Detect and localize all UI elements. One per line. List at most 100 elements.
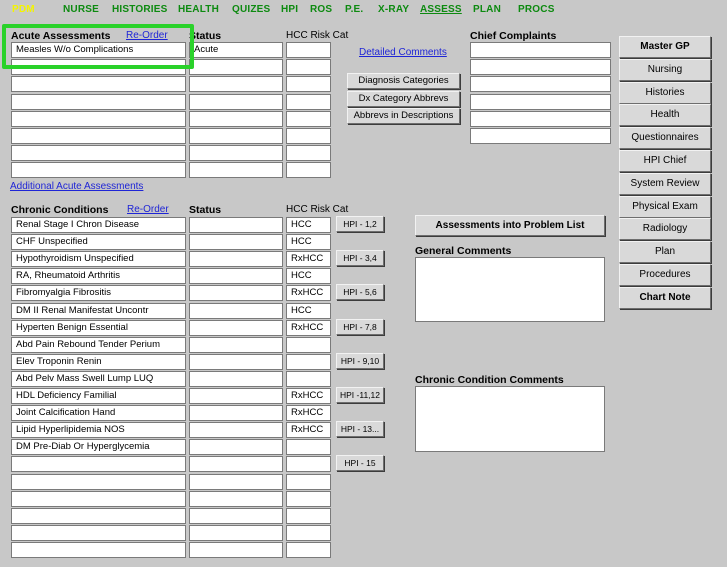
nav-tab-hpi[interactable]: HPI — [281, 4, 298, 15]
sidebar-questionnaires-button[interactable]: Questionnaires — [619, 127, 711, 150]
chronic-hcc-field[interactable]: RxHCC — [286, 422, 331, 439]
chronic-condition-field[interactable] — [11, 490, 186, 507]
chronic-condition-field[interactable]: Elev Troponin Renin — [11, 353, 186, 370]
nav-tab-procs[interactable]: PROCS — [518, 4, 555, 15]
hpi-button[interactable]: HPI - 1,2 — [336, 216, 384, 232]
chronic-condition-field[interactable] — [11, 473, 186, 490]
acute-hcc-field[interactable] — [286, 93, 331, 110]
nav-tab-assess[interactable]: ASSESS — [420, 4, 462, 15]
acute-status-field[interactable] — [189, 76, 283, 93]
chronic-condition-field[interactable] — [11, 524, 186, 541]
sidebar-hpi-chief-button[interactable]: HPI Chief — [619, 150, 711, 172]
hpi-button[interactable]: HPI - 9,10 — [336, 352, 384, 369]
hpi-button[interactable]: HPI - 7,8 — [336, 318, 384, 335]
general-comments-textarea[interactable] — [415, 257, 605, 322]
chronic-hcc-field[interactable]: RxHCC — [286, 405, 331, 422]
nav-tab-plan[interactable]: PLAN — [473, 4, 501, 15]
assessments-into-problem-list-button[interactable]: Assessments into Problem List — [415, 215, 605, 236]
sidebar-plan-button[interactable]: Plan — [619, 241, 711, 264]
chronic-hcc-field[interactable]: RxHCC — [286, 285, 331, 302]
abbrevs-in-descriptions-button[interactable]: Abbrevs in Descriptions — [347, 108, 460, 124]
nav-tab-xray[interactable]: X-RAY — [378, 4, 409, 15]
acute-assessment-field[interactable] — [11, 128, 186, 144]
chronic-status-field[interactable] — [189, 234, 283, 251]
chronic-condition-field[interactable]: HDL Deficiency Familial — [11, 388, 186, 404]
chronic-hcc-field[interactable]: RxHCC — [286, 251, 331, 268]
chronic-hcc-field[interactable] — [286, 456, 331, 473]
chronic-status-field[interactable] — [189, 490, 283, 507]
acute-status-field[interactable] — [189, 145, 283, 162]
chronic-condition-field[interactable]: DM Pre-Diab Or Hyperglycemia — [11, 439, 186, 456]
acute-assessment-field[interactable] — [11, 162, 186, 179]
acute-status-field[interactable] — [189, 93, 283, 110]
acute-status-field[interactable] — [189, 162, 283, 179]
acute-hcc-field[interactable] — [286, 76, 331, 93]
chronic-condition-comments-textarea[interactable] — [415, 386, 605, 452]
acute-hcc-field[interactable] — [286, 110, 331, 127]
nav-tab-nurse[interactable]: NURSE — [63, 4, 99, 15]
acute-hcc-field[interactable] — [286, 42, 331, 58]
sidebar-nursing-button[interactable]: Nursing — [619, 58, 711, 81]
chief-complaint-field[interactable] — [470, 110, 611, 127]
chronic-hcc-field[interactable]: HCC — [286, 234, 331, 251]
chronic-condition-field[interactable]: Hyperten Benign Essential — [11, 319, 186, 336]
chronic-condition-field[interactable]: Joint Calcification Hand — [11, 405, 186, 422]
chronic-status-field[interactable] — [189, 507, 283, 524]
nav-tab-health[interactable]: HEALTH — [178, 4, 219, 15]
chronic-status-field[interactable] — [189, 473, 283, 490]
chronic-hcc-field[interactable]: RxHCC — [286, 319, 331, 336]
hpi-button[interactable]: HPI - 13... — [336, 421, 384, 438]
chronic-status-field[interactable] — [189, 439, 283, 456]
chronic-condition-field[interactable]: Fibromyalgia Fibrositis — [11, 285, 186, 302]
chronic-condition-field[interactable]: Lipid Hyperlipidemia NOS — [11, 422, 186, 439]
acute-assessment-field[interactable]: Measles W/o Complications — [11, 42, 186, 58]
chronic-status-field[interactable] — [189, 251, 283, 268]
acute-assessment-field[interactable] — [11, 145, 186, 162]
chief-complaint-field[interactable] — [470, 76, 611, 93]
nav-tab-pe[interactable]: P.E. — [345, 4, 363, 15]
nav-tab-quizes[interactable]: QUIZES — [232, 4, 270, 15]
chronic-condition-field[interactable]: Hypothyroidism Unspecified — [11, 251, 186, 268]
chronic-hcc-field[interactable]: RxHCC — [286, 388, 331, 404]
chronic-status-field[interactable] — [189, 388, 283, 404]
chronic-status-field[interactable] — [189, 422, 283, 439]
chronic-hcc-field[interactable]: HCC — [286, 217, 331, 233]
chronic-hcc-field[interactable] — [286, 353, 331, 370]
sidebar-chart-note-button[interactable]: Chart Note — [619, 286, 711, 309]
chief-complaint-field[interactable] — [470, 42, 611, 58]
acute-hcc-field[interactable] — [286, 59, 331, 76]
diagnosis-categories-button[interactable]: Diagnosis Categories — [347, 73, 460, 89]
acute-reorder-link[interactable]: Re-Order — [126, 30, 168, 41]
acute-status-field[interactable] — [189, 110, 283, 127]
sidebar-radiology-button[interactable]: Radiology — [619, 218, 711, 241]
acute-assessment-field[interactable] — [11, 110, 186, 127]
nav-tab-histories[interactable]: HISTORIES — [112, 4, 168, 15]
chronic-status-field[interactable] — [189, 217, 283, 233]
sidebar-system-review-button[interactable]: System Review — [619, 172, 711, 195]
chronic-condition-field[interactable] — [11, 456, 186, 473]
chronic-hcc-field[interactable] — [286, 541, 331, 558]
chronic-condition-field[interactable]: RA, Rheumatoid Arthritis — [11, 268, 186, 285]
chronic-hcc-field[interactable] — [286, 439, 331, 456]
chronic-hcc-field[interactable] — [286, 490, 331, 507]
chronic-status-field[interactable] — [189, 268, 283, 285]
sidebar-physical-exam-button[interactable]: Physical Exam — [619, 195, 711, 218]
chronic-condition-field[interactable]: DM II Renal Manifestat Uncontr — [11, 302, 186, 319]
chronic-condition-field[interactable]: Abd Pain Rebound Tender Perium — [11, 336, 186, 353]
chief-complaint-field[interactable] — [470, 128, 611, 144]
chronic-condition-field[interactable] — [11, 541, 186, 558]
hpi-button[interactable]: HPI -11,12 — [336, 387, 384, 403]
acute-hcc-field[interactable] — [286, 145, 331, 162]
acute-hcc-field[interactable] — [286, 128, 331, 144]
chronic-status-field[interactable] — [189, 370, 283, 387]
dx-category-abbrevs-button[interactable]: Dx Category Abbrevs — [347, 90, 460, 107]
acute-assessment-field[interactable] — [11, 76, 186, 93]
chronic-status-field[interactable] — [189, 405, 283, 422]
chronic-condition-field[interactable] — [11, 507, 186, 524]
chronic-condition-field[interactable]: CHF Unspecified — [11, 234, 186, 251]
chronic-status-field[interactable] — [189, 319, 283, 336]
chronic-status-field[interactable] — [189, 353, 283, 370]
chronic-status-field[interactable] — [189, 541, 283, 558]
chronic-condition-field[interactable]: Renal Stage I Chron Disease — [11, 217, 186, 233]
acute-status-field[interactable]: Acute — [189, 42, 283, 58]
